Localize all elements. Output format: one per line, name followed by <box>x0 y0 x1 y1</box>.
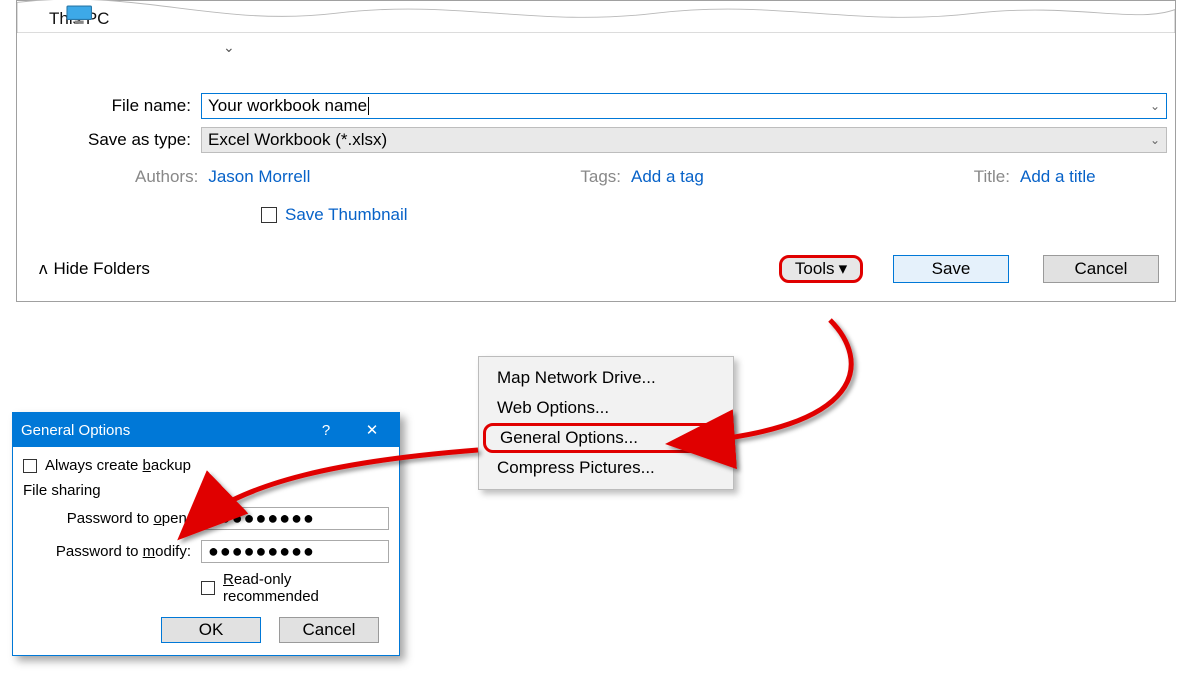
menu-item-general-options[interactable]: General Options... <box>483 423 729 453</box>
general-options-dialog: General Options ? ✕ Always create backup… <box>12 412 400 656</box>
ok-button[interactable]: OK <box>161 617 261 643</box>
tags-input[interactable]: Add a tag <box>631 167 704 187</box>
menu-item-compress-pictures[interactable]: Compress Pictures... <box>479 453 733 483</box>
filename-value: Your workbook name <box>208 96 367 116</box>
title-label: Title: <box>974 167 1010 187</box>
menu-item-map-network-drive[interactable]: Map Network Drive... <box>479 363 733 393</box>
password-modify-input[interactable]: ●●●●●●●●● <box>201 540 389 563</box>
save-thumbnail-row[interactable]: Save Thumbnail <box>261 205 1167 225</box>
authors-value[interactable]: Jason Morrell <box>208 167 310 187</box>
title-input[interactable]: Add a title <box>1020 167 1096 187</box>
save-as-type-label: Save as type: <box>25 130 201 150</box>
chevron-down-icon[interactable]: ⌄ <box>1150 133 1160 147</box>
cancel-button[interactable]: Cancel <box>279 617 379 643</box>
text-caret <box>368 97 369 115</box>
tools-dropdown-menu: Map Network Drive... Web Options... Gene… <box>478 356 734 490</box>
chevron-down-icon[interactable]: ⌄ <box>1150 99 1160 113</box>
password-open-input[interactable]: ●●●●●●●●● <box>201 507 389 530</box>
save-thumbnail-label: Save Thumbnail <box>285 205 408 225</box>
always-create-backup-label: Always create backup <box>45 457 191 474</box>
password-open-label: Password to open: <box>23 510 191 527</box>
read-only-row[interactable]: Read-only recommended <box>201 571 389 605</box>
file-sharing-label: File sharing <box>23 482 389 499</box>
dialog-titlebar: General Options ? ✕ <box>13 413 399 447</box>
hide-folders-toggle[interactable]: ʌ Hide Folders <box>39 259 150 279</box>
read-only-checkbox[interactable] <box>201 581 215 595</box>
location-this-pc[interactable]: This PC <box>49 9 109 29</box>
save-as-dialog: This PC ⌄ File name: Your workbook name … <box>16 0 1176 302</box>
help-button[interactable]: ? <box>303 413 349 447</box>
save-as-type-value: Excel Workbook (*.xlsx) <box>208 130 387 150</box>
dialog-title: General Options <box>21 422 130 439</box>
save-button[interactable]: Save <box>893 255 1009 283</box>
monitor-icon <box>49 5 109 25</box>
filename-input[interactable]: Your workbook name ⌄ <box>201 93 1167 119</box>
always-create-backup-row[interactable]: Always create backup <box>23 457 389 474</box>
authors-label: Authors: <box>135 167 198 187</box>
cancel-button[interactable]: Cancel <box>1043 255 1159 283</box>
tools-label: Tools <box>795 259 835 279</box>
chevron-up-icon: ʌ <box>39 259 48 279</box>
menu-item-web-options[interactable]: Web Options... <box>479 393 733 423</box>
tags-label: Tags: <box>580 167 621 187</box>
save-as-type-dropdown[interactable]: Excel Workbook (*.xlsx) ⌄ <box>201 127 1167 153</box>
torn-top-edge: This PC <box>17 1 1175 37</box>
caret-down-icon: ▾ <box>839 259 848 279</box>
save-thumbnail-checkbox[interactable] <box>261 207 277 223</box>
close-button[interactable]: ✕ <box>349 413 395 447</box>
hide-folders-label: Hide Folders <box>54 259 150 279</box>
tools-button[interactable]: Tools ▾ <box>779 255 863 283</box>
chevron-down-icon[interactable]: ⌄ <box>223 39 235 56</box>
always-create-backup-checkbox[interactable] <box>23 459 37 473</box>
password-modify-label: Password to modify: <box>23 543 191 560</box>
read-only-label: Read-only recommended <box>223 571 389 605</box>
filename-label: File name: <box>25 96 201 116</box>
